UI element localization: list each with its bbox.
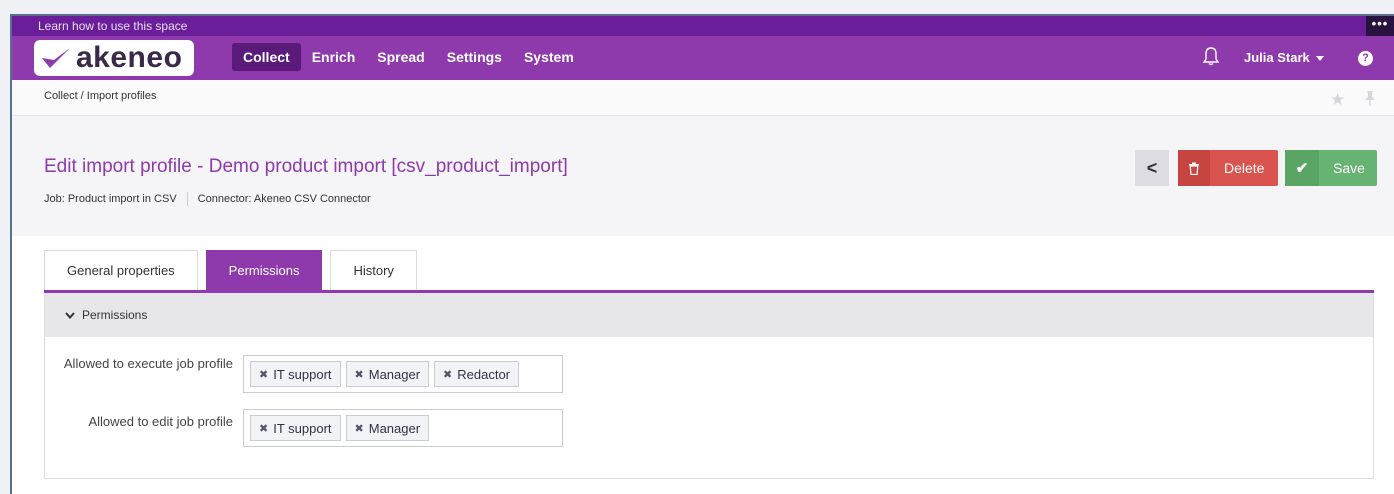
connector-label: Connector: Akeneo CSV Connector (197, 193, 371, 205)
tag-label: IT support (273, 366, 332, 382)
caret-down-icon (1315, 56, 1324, 62)
brand-name: akeneo (76, 41, 183, 74)
tag-label: IT support (273, 420, 332, 436)
help-icon[interactable]: ? (1358, 51, 1373, 66)
check-icon: ✔ (1285, 150, 1319, 186)
tab-bar: General properties Permissions History (44, 250, 417, 290)
tag-label: Manager (368, 420, 421, 436)
back-button[interactable]: < (1135, 150, 1169, 186)
remove-icon[interactable]: ✖ (355, 368, 364, 381)
page-title: Edit import profile - Demo product impor… (44, 156, 568, 177)
remove-icon[interactable]: ✖ (443, 368, 452, 381)
tab-history[interactable]: History (330, 250, 417, 290)
chevron-down-icon (65, 311, 75, 322)
tag-chip: ✖ IT support (250, 361, 341, 387)
main-navbar: akeneo Collect Enrich Spread Settings Sy… (12, 36, 1394, 80)
edit-permission-field[interactable]: ✖ IT support ✖ Manager (243, 409, 563, 447)
section-title: Permissions (82, 308, 148, 322)
tab-permissions[interactable]: Permissions (205, 250, 323, 290)
trash-icon (1178, 150, 1210, 186)
menu-item-enrich[interactable]: Enrich (301, 43, 367, 71)
menu-item-system[interactable]: System (513, 43, 585, 71)
main-content: General properties Permissions History P… (12, 236, 1394, 494)
tag-chip: ✖ Redactor (434, 361, 520, 387)
more-icon[interactable]: ••• (1366, 16, 1394, 36)
learn-link[interactable]: Learn how to use this space (38, 19, 187, 33)
bell-icon[interactable] (1202, 46, 1220, 71)
akeneo-logo[interactable]: akeneo (34, 40, 194, 76)
execute-permission-field[interactable]: ✖ IT support ✖ Manager ✖ Redactor (243, 355, 563, 393)
tag-chip: ✖ Manager (345, 415, 430, 441)
tag-label: Redactor (457, 366, 511, 382)
main-menu: Collect Enrich Spread Settings System (232, 43, 585, 71)
field-label: Allowed to execute job profile (63, 356, 233, 371)
star-icon[interactable]: ★ (1330, 90, 1345, 110)
pin-icon[interactable] (1364, 90, 1376, 110)
help-strip: Learn how to use this space ••• (12, 16, 1394, 36)
delete-button[interactable]: Delete (1178, 150, 1278, 186)
user-name: Julia Stark (1244, 50, 1310, 65)
menu-item-spread[interactable]: Spread (366, 43, 435, 71)
permissions-panel: Permissions Allowed to execute job profi… (44, 293, 1374, 479)
field-label: Allowed to edit job profile (88, 414, 233, 429)
delete-label: Delete (1224, 160, 1265, 176)
user-menu[interactable]: Julia Stark (1244, 50, 1324, 65)
save-label: Save (1333, 160, 1365, 176)
remove-icon[interactable]: ✖ (259, 368, 268, 381)
breadcrumb[interactable]: Collect / Import profiles (44, 90, 156, 102)
breadcrumb-bar: Collect / Import profiles ★ (12, 80, 1394, 116)
tag-chip: ✖ Manager (345, 361, 430, 387)
app-window: Learn how to use this space ••• akeneo C… (10, 14, 1394, 494)
menu-item-collect[interactable]: Collect (232, 43, 301, 71)
job-label: Job: Product import in CSV (44, 193, 177, 205)
page-meta: Job: Product import in CSV Connector: Ak… (44, 192, 371, 206)
remove-icon[interactable]: ✖ (259, 422, 268, 435)
akeneo-logo-icon (42, 48, 70, 68)
tab-general-properties[interactable]: General properties (44, 250, 198, 290)
meta-divider (186, 192, 188, 206)
save-button[interactable]: ✔ Save (1285, 150, 1377, 186)
tag-chip: ✖ IT support (250, 415, 341, 441)
tag-label: Manager (368, 366, 421, 382)
section-header[interactable]: Permissions (45, 293, 1373, 337)
remove-icon[interactable]: ✖ (355, 422, 364, 435)
menu-item-settings[interactable]: Settings (436, 43, 513, 71)
